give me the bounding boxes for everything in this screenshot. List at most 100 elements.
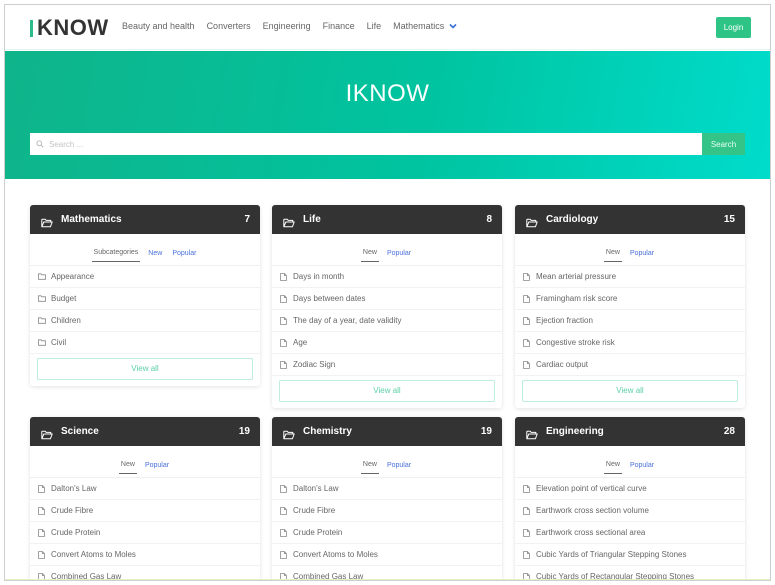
card-header[interactable]: Life 8: [272, 205, 502, 234]
list-item[interactable]: Earthwork cross section volume: [515, 500, 745, 522]
hero-title: IKNOW: [345, 80, 430, 107]
list-item-label: Crude Protein: [293, 528, 343, 537]
folder-icon: [38, 316, 46, 325]
card-header[interactable]: Cardiology 15: [515, 205, 745, 234]
page-bottom-edge: [5, 579, 770, 580]
nav-engineering[interactable]: Engineering: [263, 21, 311, 31]
tab-new[interactable]: New: [118, 461, 137, 474]
card-count: 7: [244, 214, 250, 225]
file-icon: [280, 550, 288, 559]
list-item-label: Appearance: [51, 272, 95, 281]
folder-open-icon: [41, 427, 53, 439]
list-item[interactable]: Crude Fibre: [272, 500, 502, 522]
file-icon: [523, 294, 531, 303]
card-title: Life: [303, 214, 321, 225]
logo-text: KNOW: [37, 15, 109, 40]
list-item-label: Crude Protein: [51, 528, 101, 537]
login-button[interactable]: Login: [716, 17, 751, 38]
tab-popular[interactable]: Popular: [385, 462, 413, 474]
list-item-label: Children: [51, 316, 81, 325]
tab-popular[interactable]: Popular: [143, 462, 171, 474]
tab-popular[interactable]: Popular: [385, 250, 413, 262]
file-icon: [38, 506, 46, 515]
list-item[interactable]: The day of a year, date validity: [272, 310, 502, 332]
main-nav: Beauty and health Converters Engineering…: [122, 21, 469, 31]
card-title: Science: [61, 426, 99, 437]
list-item[interactable]: Framingham risk score: [515, 288, 745, 310]
file-icon: [280, 506, 288, 515]
list-item[interactable]: Cardiac output: [515, 354, 745, 376]
list-item-label: Age: [293, 338, 308, 347]
card-header[interactable]: Science 19: [30, 417, 260, 446]
card-title: Engineering: [546, 426, 604, 437]
list-item[interactable]: Crude Fibre: [30, 500, 260, 522]
list-item[interactable]: Mean arterial pressure: [515, 266, 745, 288]
search-bar: Search: [30, 133, 745, 155]
list-item-label: Civil: [51, 338, 67, 347]
list-item-label: Days in month: [293, 272, 345, 281]
list-item[interactable]: Cubic Yards of Triangular Stepping Stone…: [515, 544, 745, 566]
file-icon: [523, 338, 531, 347]
tab-new[interactable]: New: [603, 461, 622, 474]
view-all-button[interactable]: View all: [279, 380, 495, 402]
card-header[interactable]: Chemistry 19: [272, 417, 502, 446]
tab-subcategories[interactable]: Subcategories: [91, 249, 141, 262]
search-input[interactable]: [49, 139, 702, 149]
nav-beauty-and-health[interactable]: Beauty and health: [122, 21, 195, 31]
card-count: 15: [723, 214, 735, 225]
list-item[interactable]: Children: [30, 310, 260, 332]
list-item[interactable]: Days between dates: [272, 288, 502, 310]
card-title: Cardiology: [546, 214, 599, 225]
folder-open-icon: [526, 427, 538, 439]
list-item[interactable]: Civil: [30, 332, 260, 354]
nav-life[interactable]: Life: [367, 21, 382, 31]
list-item-label: Cubic Yards of Triangular Stepping Stone…: [536, 550, 687, 559]
list-item[interactable]: Age: [272, 332, 502, 354]
search-button[interactable]: Search: [702, 133, 745, 155]
card-header[interactable]: Engineering 28: [515, 417, 745, 446]
list-item-label: Convert Atoms to Moles: [293, 550, 378, 559]
tab-popular[interactable]: Popular: [170, 250, 198, 262]
list-item[interactable]: Zodiac Sign: [272, 354, 502, 376]
list-item[interactable]: Budget: [30, 288, 260, 310]
card-count: 8: [486, 214, 492, 225]
list-item[interactable]: Convert Atoms to Moles: [30, 544, 260, 566]
file-icon: [280, 294, 288, 303]
list-item[interactable]: Dalton's Law: [30, 478, 260, 500]
list-item[interactable]: Earthwork cross sectional area: [515, 522, 745, 544]
folder-icon: [38, 294, 46, 303]
tab-popular[interactable]: Popular: [628, 462, 656, 474]
list-item-label: Crude Fibre: [51, 506, 94, 515]
list-item-label: Days between dates: [293, 294, 366, 303]
tab-new[interactable]: New: [603, 249, 622, 262]
tab-new[interactable]: New: [360, 249, 379, 262]
list-item[interactable]: Days in month: [272, 266, 502, 288]
view-all-button[interactable]: View all: [522, 380, 738, 402]
list-item[interactable]: Convert Atoms to Moles: [272, 544, 502, 566]
chevron-down-icon: [449, 22, 457, 31]
list-item-label: Budget: [51, 294, 77, 303]
site-logo[interactable]: KNOW: [30, 15, 109, 41]
list-item-label: Dalton's Law: [293, 484, 339, 493]
nav-finance[interactable]: Finance: [323, 21, 355, 31]
list-item[interactable]: Elevation point of vertical curve: [515, 478, 745, 500]
card-tabs: Subcategories New Popular: [30, 234, 260, 266]
nav-mathematics-dropdown[interactable]: Mathematics: [393, 21, 457, 31]
tab-popular[interactable]: Popular: [628, 250, 656, 262]
card-header[interactable]: Mathematics 7: [30, 205, 260, 234]
list-item[interactable]: Ejection fraction: [515, 310, 745, 332]
view-all-button[interactable]: View all: [37, 358, 253, 380]
list-item-label: Ejection fraction: [536, 316, 593, 325]
list-item[interactable]: Crude Protein: [272, 522, 502, 544]
list-item-label: Convert Atoms to Moles: [51, 550, 136, 559]
search-field-wrapper: [30, 133, 702, 155]
list-item-label: Framingham risk score: [536, 294, 618, 303]
tab-new[interactable]: New: [146, 250, 164, 262]
list-item[interactable]: Crude Protein: [30, 522, 260, 544]
nav-converters[interactable]: Converters: [207, 21, 251, 31]
file-icon: [523, 528, 531, 537]
list-item[interactable]: Dalton's Law: [272, 478, 502, 500]
list-item[interactable]: Appearance: [30, 266, 260, 288]
tab-new[interactable]: New: [360, 461, 379, 474]
list-item[interactable]: Congestive stroke risk: [515, 332, 745, 354]
